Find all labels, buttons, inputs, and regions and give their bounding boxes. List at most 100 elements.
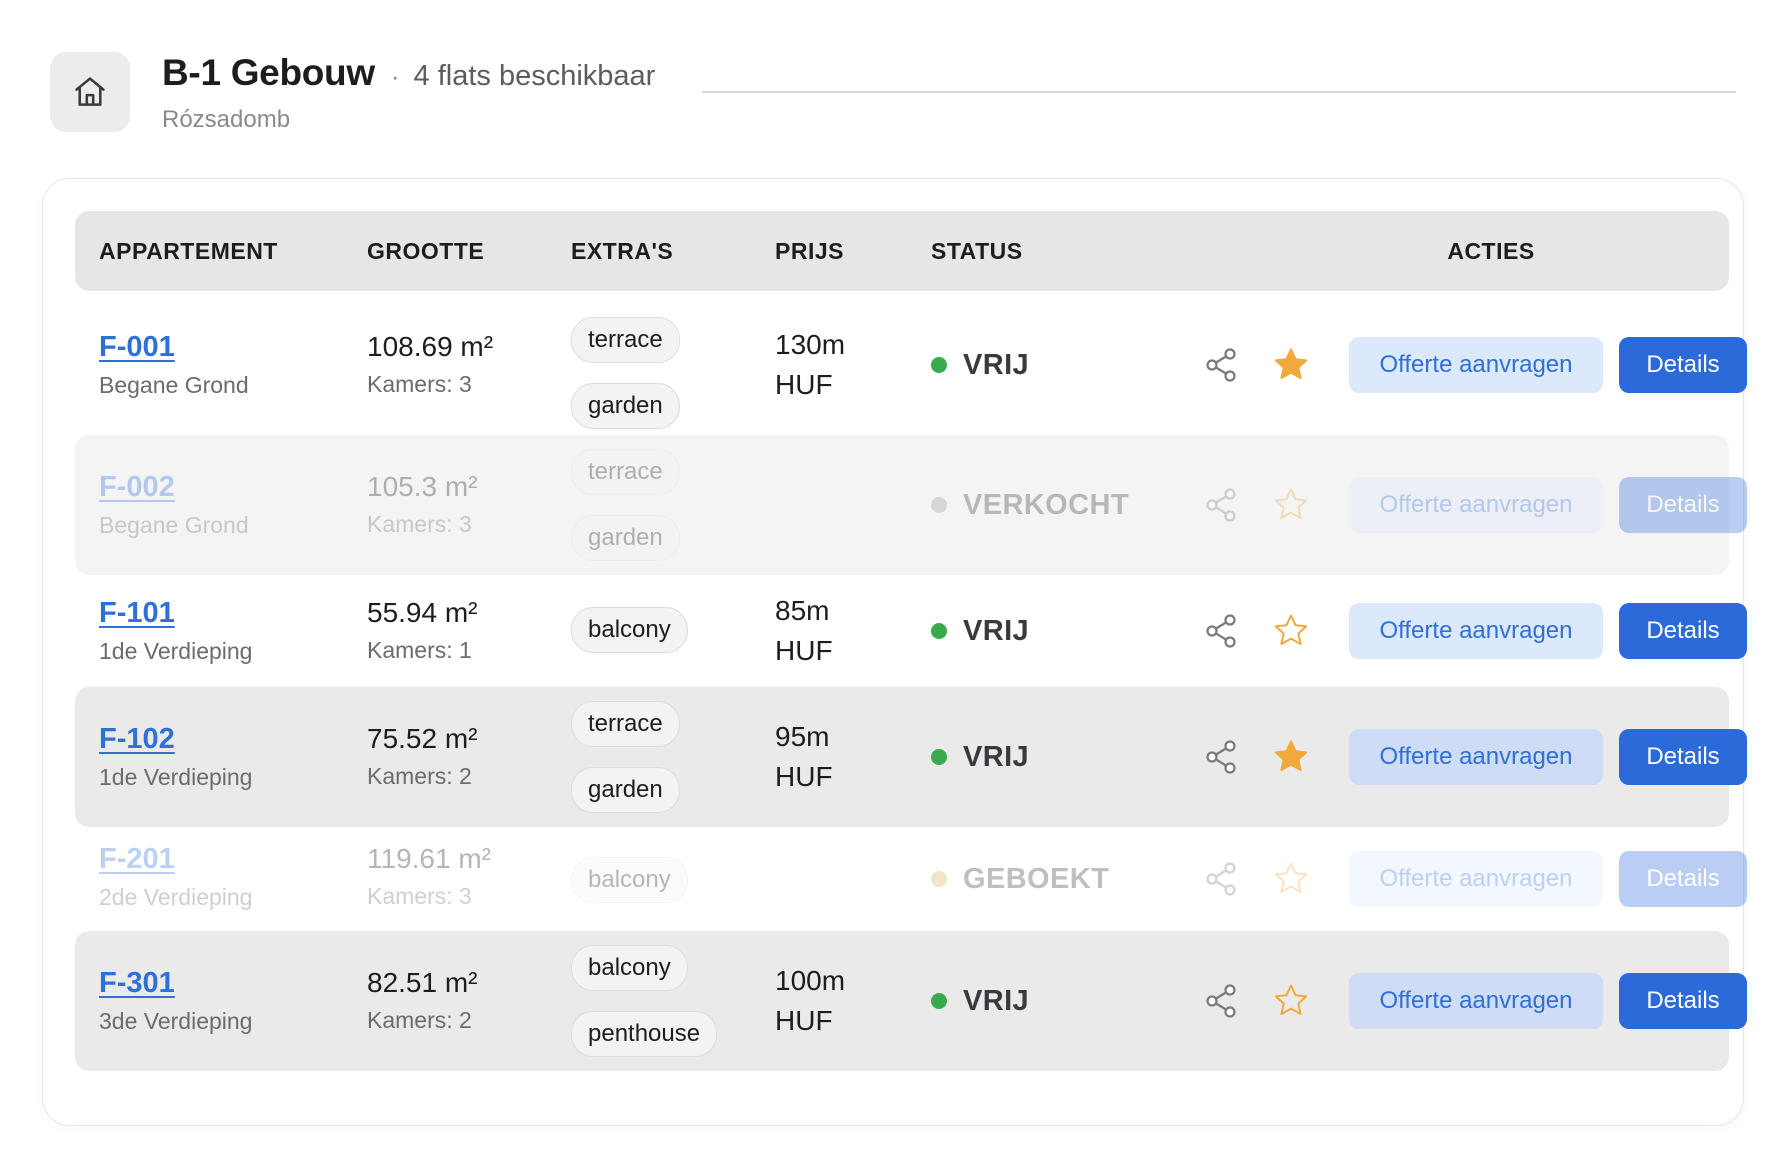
status-cell: VERKOCHT bbox=[931, 485, 1129, 525]
extra-tag: penthouse bbox=[571, 1011, 718, 1057]
status-cell: VRIJ bbox=[931, 611, 1029, 651]
unit-rooms: Kamers: 3 bbox=[367, 883, 472, 909]
status-dot bbox=[931, 749, 947, 765]
unit-cell: F-102 1de Verdieping bbox=[99, 723, 252, 791]
unit-link[interactable]: F-101 bbox=[99, 597, 252, 630]
unit-size: 82.51 m² bbox=[367, 967, 478, 998]
share-icon bbox=[1201, 611, 1241, 651]
details-button[interactable]: Details bbox=[1619, 337, 1747, 393]
title-separator: · bbox=[390, 61, 400, 91]
unit-floor: 3de Verdieping bbox=[99, 1008, 253, 1034]
size-cell: 119.61 m² Kamers: 3 bbox=[367, 843, 491, 910]
price-text: 95m bbox=[775, 721, 830, 752]
status-label: VRIJ bbox=[963, 984, 1030, 1017]
details-button[interactable]: Details bbox=[1619, 973, 1747, 1029]
unit-rooms: Kamers: 3 bbox=[367, 371, 472, 397]
unit-link[interactable]: F-002 bbox=[99, 471, 249, 504]
request-offer-button[interactable]: Offerte aanvragen bbox=[1349, 477, 1603, 533]
price-cell: 100m HUF bbox=[775, 961, 845, 1041]
details-button[interactable]: Details bbox=[1619, 477, 1747, 533]
request-offer-button[interactable]: Offerte aanvragen bbox=[1349, 603, 1603, 659]
extra-tag: balcony bbox=[571, 857, 688, 903]
extra-tag: terrace bbox=[571, 449, 680, 495]
unit-floor: Begane Grond bbox=[99, 372, 249, 398]
price-text: HUF bbox=[775, 635, 833, 666]
extra-tag: garden bbox=[571, 767, 680, 813]
star-icon bbox=[1271, 345, 1311, 385]
share-button[interactable] bbox=[1201, 485, 1241, 525]
page-header: B-1 Gebouw · 4 flats beschikbaar Rózsado… bbox=[50, 52, 1736, 142]
star-icon bbox=[1271, 859, 1311, 899]
share-button[interactable] bbox=[1201, 859, 1241, 899]
extras-cell: terrace garden bbox=[571, 317, 680, 429]
actions-cell: Offerte aanvragen Details bbox=[1349, 973, 1747, 1029]
favorite-button[interactable] bbox=[1271, 485, 1311, 525]
share-button[interactable] bbox=[1201, 737, 1241, 777]
unit-link[interactable]: F-102 bbox=[99, 723, 252, 756]
column-header-price: PRIJS bbox=[775, 238, 844, 264]
price-cell: 95m HUF bbox=[775, 717, 833, 797]
unit-floor: 1de Verdieping bbox=[99, 638, 253, 664]
share-button[interactable] bbox=[1201, 611, 1241, 651]
request-offer-button[interactable]: Offerte aanvragen bbox=[1349, 729, 1603, 785]
size-cell: 108.69 m² Kamers: 3 bbox=[367, 331, 493, 398]
status-cell: VRIJ bbox=[931, 345, 1029, 385]
request-offer-button[interactable]: Offerte aanvragen bbox=[1349, 973, 1603, 1029]
price-text: 85m bbox=[775, 595, 830, 626]
details-button[interactable]: Details bbox=[1619, 603, 1747, 659]
details-button[interactable]: Details bbox=[1619, 851, 1747, 907]
title-block: B-1 Gebouw · 4 flats beschikbaar Rózsado… bbox=[162, 52, 655, 134]
star-icon bbox=[1271, 485, 1311, 525]
status-label: GEBOEKT bbox=[963, 862, 1110, 895]
unit-size: 108.69 m² bbox=[367, 331, 494, 362]
unit-rooms: Kamers: 2 bbox=[367, 1007, 472, 1033]
table-row: F-201 2de Verdieping 119.61 m² Kamers: 3 bal… bbox=[75, 827, 1747, 931]
star-icon bbox=[1271, 981, 1311, 1021]
unit-size: 119.61 m² bbox=[367, 843, 491, 874]
share-icon bbox=[1201, 737, 1241, 777]
request-offer-button[interactable]: Offerte aanvragen bbox=[1349, 851, 1603, 907]
request-offer-button[interactable]: Offerte aanvragen bbox=[1349, 337, 1603, 393]
share-icon bbox=[1201, 345, 1241, 385]
table-row: F-102 1de Verdieping 75.52 m² Kamers: 2 terr… bbox=[75, 687, 1747, 827]
unit-link[interactable]: F-301 bbox=[99, 967, 252, 1000]
favorite-button[interactable] bbox=[1271, 981, 1311, 1021]
table-header: APPARTEMENT GROOTTE EXTRA'S PRIJS STATUS… bbox=[75, 211, 1729, 291]
extra-tag: balcony bbox=[571, 945, 688, 991]
status-dot bbox=[931, 993, 947, 1009]
favorite-button[interactable] bbox=[1271, 611, 1311, 651]
favorite-button[interactable] bbox=[1271, 737, 1311, 777]
header-divider bbox=[702, 91, 1736, 93]
share-button[interactable] bbox=[1201, 345, 1241, 385]
unit-rooms: Kamers: 1 bbox=[367, 637, 472, 663]
extras-cell: terrace garden bbox=[571, 701, 680, 813]
home-icon bbox=[75, 77, 105, 106]
extra-tag: balcony bbox=[571, 607, 688, 653]
favorite-button[interactable] bbox=[1271, 859, 1311, 899]
unit-link[interactable]: F-201 bbox=[99, 843, 252, 876]
share-button[interactable] bbox=[1201, 981, 1241, 1021]
table-row: F-101 1de Verdieping 55.94 m² Kamers: 1 balc… bbox=[75, 575, 1747, 687]
price-text: HUF bbox=[775, 369, 833, 400]
unit-cell: F-101 1de Verdieping bbox=[99, 597, 252, 665]
flats-available: 4 flats beschikbaar bbox=[413, 60, 656, 92]
unit-rooms: Kamers: 3 bbox=[367, 511, 472, 537]
share-icon bbox=[1201, 859, 1241, 899]
star-icon bbox=[1271, 737, 1311, 777]
unit-link[interactable]: F-001 bbox=[99, 331, 249, 364]
status-cell: GEBOEKT bbox=[931, 859, 1109, 899]
column-header-status: STATUS bbox=[931, 238, 1023, 264]
home-button[interactable] bbox=[50, 52, 130, 132]
details-button[interactable]: Details bbox=[1619, 729, 1747, 785]
apartments-card: APPARTEMENT GROOTTE EXTRA'S PRIJS STATUS… bbox=[42, 178, 1747, 1126]
unit-cell: F-201 2de Verdieping bbox=[99, 843, 252, 911]
unit-size: 105.3 m² bbox=[367, 471, 478, 502]
status-label: VERKOCHT bbox=[963, 488, 1129, 521]
unit-floor: 2de Verdieping bbox=[99, 884, 253, 910]
price-text: 130m bbox=[775, 329, 846, 360]
unit-cell: F-301 3de Verdieping bbox=[99, 967, 252, 1035]
unit-size: 55.94 m² bbox=[367, 597, 478, 628]
favorite-button[interactable] bbox=[1271, 345, 1311, 385]
actions-cell: Offerte aanvragen Details bbox=[1349, 851, 1747, 907]
column-header-extras: EXTRA'S bbox=[571, 238, 674, 264]
